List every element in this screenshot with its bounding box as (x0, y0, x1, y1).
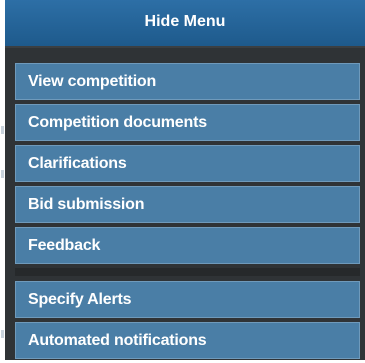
menu-item-clarifications[interactable]: Clarifications (15, 145, 360, 182)
menu-item-feedback[interactable]: Feedback (15, 227, 360, 264)
background-mark (1, 126, 4, 134)
menu-item-automated-notifications[interactable]: Automated notifications (15, 322, 360, 359)
menu-item-bid-submission[interactable]: Bid submission (15, 186, 360, 223)
menu-item-competition-documents[interactable]: Competition documents (15, 104, 360, 141)
side-menu: Hide Menu View competition Competition d… (5, 0, 365, 360)
menu-item-view-competition[interactable]: View competition (15, 63, 360, 100)
primary-menu-group: View competition Competition documents C… (15, 63, 360, 268)
secondary-menu-group: Specify Alerts Automated notifications (15, 281, 360, 363)
menu-separator (15, 268, 360, 276)
menu-item-specify-alerts[interactable]: Specify Alerts (15, 281, 360, 318)
hide-menu-button[interactable]: Hide Menu (5, 0, 365, 48)
background-mark (1, 170, 4, 178)
background-mark (1, 330, 4, 338)
